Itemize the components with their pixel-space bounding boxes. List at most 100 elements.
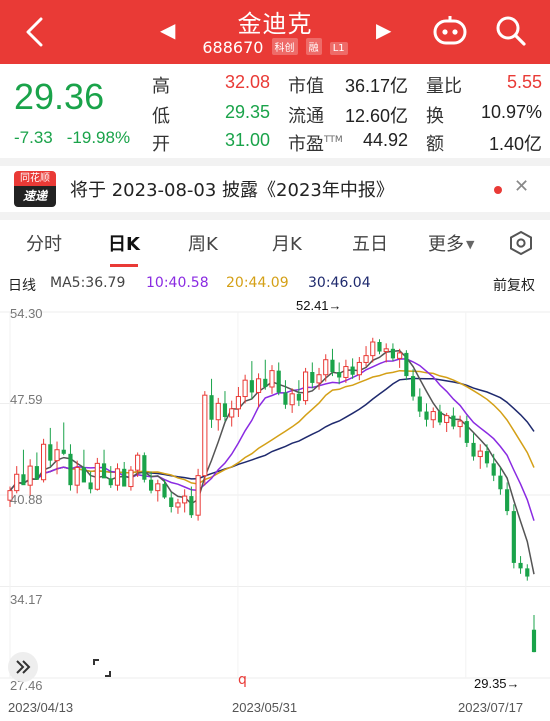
candle-body <box>370 341 376 357</box>
candle-body <box>505 489 510 512</box>
settings-icon[interactable] <box>508 230 534 260</box>
candle-body <box>189 496 194 516</box>
candle-body <box>155 483 161 492</box>
candle-body <box>350 366 355 375</box>
ma30-value: 30:46.04 <box>308 275 371 291</box>
candle-body <box>61 449 66 454</box>
open-value: 31.00 <box>224 130 270 150</box>
candle-body <box>437 411 443 423</box>
change-line: -7.33 -19.98% <box>14 128 130 148</box>
candle-body <box>269 370 275 388</box>
candle-body <box>390 348 396 359</box>
volume-ratio-label: 量比 <box>426 76 462 97</box>
open-label: 开 <box>152 134 170 155</box>
candle-body <box>215 402 221 421</box>
candle-body <box>48 444 53 461</box>
candle-body <box>74 466 80 486</box>
expand-button[interactable] <box>8 652 38 682</box>
unread-dot <box>494 186 502 194</box>
tab-more[interactable]: 更多 ▼ <box>428 230 474 256</box>
tab-five-day[interactable]: 五日 <box>352 230 388 256</box>
ttm-superscript: TTM <box>324 135 343 145</box>
candle-body <box>101 463 107 479</box>
candle-body <box>457 420 463 428</box>
mcap-label: 市值 <box>288 76 324 97</box>
stock-code: 688670 <box>202 38 264 57</box>
candle-body <box>169 497 174 507</box>
candle-body <box>363 355 369 363</box>
notice-bar[interactable]: 同花顺 速递 将于 2023-08-03 披露《2023年中报》 ✕ <box>0 166 550 212</box>
tab-weekly-k[interactable]: 周K <box>188 230 218 256</box>
kline-svg <box>0 311 550 679</box>
tab-daily-k[interactable]: 日K <box>108 230 140 256</box>
candle-body <box>283 392 288 405</box>
close-icon[interactable]: ✕ <box>514 176 529 197</box>
pe-label: 市盈TTM <box>288 134 343 155</box>
candle-body <box>202 394 208 477</box>
divider <box>0 158 550 166</box>
event-marker[interactable]: q <box>238 672 247 688</box>
candle-body <box>451 415 456 427</box>
fullscreen-button[interactable] <box>90 656 114 680</box>
candle-body <box>316 374 322 384</box>
candle-body <box>484 451 490 464</box>
news-badge-logo: 同花顺 速递 <box>14 171 56 207</box>
candle-body <box>424 411 429 420</box>
low-label: 低 <box>152 106 170 127</box>
quote-panel: 29.36 -7.33 -19.98% 高 32.08 低 29.35 开 31.… <box>0 64 550 160</box>
assistant-robot-icon[interactable] <box>432 14 468 52</box>
candle-body <box>122 468 127 487</box>
pe-value: 44.92 <box>362 130 408 150</box>
y-tick-label: 34.17 <box>10 592 43 607</box>
candle-body <box>41 443 47 481</box>
candle-body <box>343 366 349 378</box>
tab-monthly-k[interactable]: 月K <box>272 230 302 256</box>
float-label: 流通 <box>288 106 324 127</box>
period-tabs: 分时 日K 周K 月K 五日 更多 ▼ <box>0 218 550 268</box>
candle-body <box>255 378 262 393</box>
candle-body <box>491 463 496 476</box>
kline-chart[interactable] <box>0 298 550 698</box>
ma-period-label: 日线 <box>8 278 36 294</box>
candle-body <box>310 372 315 383</box>
float-value: 12.60亿 <box>344 106 408 126</box>
candle-body <box>397 352 403 359</box>
double-chevron-right-icon <box>16 660 31 674</box>
candle-body <box>88 482 93 490</box>
turnover-label: 换 <box>426 106 444 127</box>
app-header: ◀ 金迪克 688670 科创 融 L1 ▶ <box>0 0 550 64</box>
candle-body <box>229 408 235 418</box>
caret-down-icon: ▼ <box>466 238 475 251</box>
high-label: 高 <box>152 76 170 97</box>
candle-body <box>209 395 214 420</box>
ma5-value: MA5:36.79 <box>50 275 126 291</box>
price-change-pct: -19.98% <box>66 128 131 147</box>
candle-body <box>323 359 329 376</box>
candle-body <box>276 370 281 393</box>
tag-level: L1 <box>329 42 348 55</box>
candle-body <box>289 393 295 406</box>
candle-body <box>242 379 248 398</box>
candle-body <box>81 467 86 483</box>
tab-intraday[interactable]: 分时 <box>26 230 62 256</box>
candle-body <box>142 455 147 480</box>
candle-body <box>249 380 254 393</box>
candle-body <box>296 393 301 401</box>
x-tick-label: 2023/04/13 <box>8 700 74 715</box>
ma10-value: 10:40.58 <box>146 275 209 291</box>
candle-body <box>114 468 121 486</box>
high-value: 32.08 <box>224 72 270 92</box>
amount-value: 1.40亿 <box>488 134 542 154</box>
candle-body <box>14 473 20 492</box>
adjustment-toggle[interactable]: 前复权 <box>493 275 535 295</box>
search-icon[interactable] <box>494 14 528 52</box>
candle-body <box>222 403 228 417</box>
candle-body <box>128 469 134 488</box>
candle-body <box>518 562 523 569</box>
candle-body <box>404 352 409 377</box>
mcap-value: 36.17亿 <box>344 76 408 96</box>
candle-body <box>108 478 113 486</box>
candle-body <box>195 475 201 516</box>
next-stock-button[interactable]: ▶ <box>376 18 391 42</box>
candle-body <box>235 396 241 410</box>
